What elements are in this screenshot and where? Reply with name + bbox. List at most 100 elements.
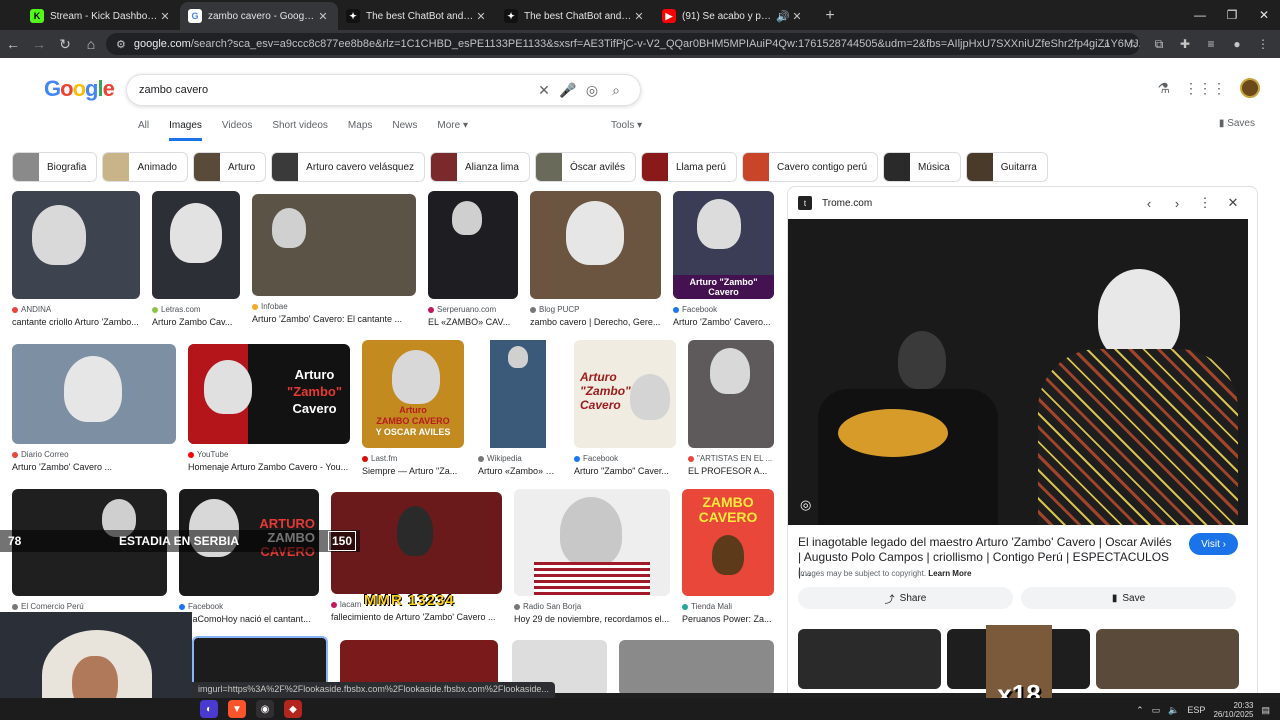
preview-image[interactable]: ◎: [788, 219, 1248, 525]
result-caption[interactable]: hDiaComoHoy nació el cantant...: [179, 614, 319, 624]
image-result[interactable]: ARTUROZAMBOCAVERO Facebook hDiaComoHoy n…: [179, 489, 319, 624]
network-icon[interactable]: ▭: [1152, 705, 1161, 716]
result-caption[interactable]: Homenaje Arturo Zambo Cavero - You...: [188, 462, 350, 472]
google-logo[interactable]: Google: [44, 76, 115, 102]
reload-icon[interactable]: ↻: [52, 31, 78, 57]
avatar[interactable]: [1240, 78, 1260, 98]
related-image[interactable]: [1096, 629, 1239, 689]
result-image[interactable]: Arturo "Zambo" Cavero: [574, 340, 676, 448]
bookmark-star-icon[interactable]: ☆: [1122, 32, 1144, 56]
chip[interactable]: Arturo cavero velásquez: [271, 152, 426, 182]
result-caption[interactable]: EL «ZAMBO» CAV...: [428, 317, 518, 327]
chip[interactable]: Guitarra: [965, 152, 1048, 182]
chip[interactable]: Alianza lima: [430, 152, 530, 182]
search-input[interactable]: [139, 84, 532, 96]
close-icon[interactable]: ✕: [316, 10, 330, 23]
result-caption[interactable]: zambo cavero | Derecho, Gere...: [530, 317, 661, 327]
preview-site[interactable]: Trome.com: [822, 198, 872, 209]
result-caption[interactable]: cantante criollo Arturo 'Zambo...: [12, 317, 140, 327]
browser-tab-chatbot-2[interactable]: ✦ The best ChatBot and Widgets ✕: [496, 2, 654, 30]
image-result[interactable]: Diario Correo Arturo 'Zambo' Cavero ...: [12, 344, 176, 472]
result-source[interactable]: "ARTISTAS EN EL ...: [688, 454, 774, 463]
browser-tab-kick[interactable]: K Stream - Kick Dashboard ✕: [22, 2, 180, 30]
result-source[interactable]: Last.fm: [362, 454, 464, 463]
result-source[interactable]: Facebook: [179, 602, 319, 611]
chip[interactable]: Cavero contigo perú: [741, 152, 879, 182]
result-image[interactable]: [619, 640, 774, 693]
chevron-up-icon[interactable]: ⌃: [1136, 705, 1144, 716]
chip[interactable]: Arturo: [192, 152, 267, 182]
share-button[interactable]: ⤴ Share: [798, 587, 1013, 609]
notification-icon[interactable]: ▤: [1261, 705, 1270, 716]
lens-icon[interactable]: ◎: [800, 497, 811, 513]
result-source[interactable]: Radio San Borja: [514, 602, 670, 611]
result-image[interactable]: [12, 191, 140, 299]
chevron-left-icon[interactable]: ‹: [1135, 196, 1163, 211]
volume-icon[interactable]: 🔈: [1168, 705, 1179, 716]
image-result[interactable]: Arturo ZAMBO CAVERO Y OSCAR AVILES Last.fm…: [362, 340, 464, 476]
result-image[interactable]: [478, 340, 558, 448]
tab-videos[interactable]: Videos: [222, 120, 252, 141]
related-image[interactable]: [798, 629, 941, 689]
home-icon[interactable]: ⌂: [78, 31, 104, 57]
result-image[interactable]: [688, 340, 774, 448]
image-result[interactable]: Arturo "Zambo" Cavero Facebook Arturo "Zam…: [574, 340, 676, 476]
more-options-icon[interactable]: ⋮: [1191, 195, 1219, 211]
dota-icon[interactable]: ◆: [284, 700, 302, 718]
close-icon[interactable]: ✕: [790, 10, 804, 23]
image-result[interactable]: Letras.com Arturo Zambo Cav...: [152, 191, 240, 327]
result-source[interactable]: Tienda Mali: [682, 602, 774, 611]
brave-icon[interactable]: ▼: [228, 700, 246, 718]
close-icon[interactable]: ✕: [632, 10, 646, 23]
address-bar[interactable]: ⚙ google.com /search?sca_esv=a9ccc8c877e…: [106, 33, 1140, 55]
labs-icon[interactable]: ⚗: [1157, 80, 1170, 97]
translate-icon[interactable]: ⧉: [1148, 32, 1170, 56]
speaker-icon[interactable]: 🔊: [776, 10, 790, 23]
visit-button[interactable]: Visit ›: [1189, 533, 1238, 555]
result-caption[interactable]: Arturo 'Zambo' Cavero ...: [12, 462, 176, 472]
lens-icon[interactable]: ◎: [580, 78, 604, 102]
apps-grid-icon[interactable]: ⋮⋮⋮: [1184, 80, 1226, 97]
zoom-icon[interactable]: ⌕: [1096, 32, 1118, 56]
image-result[interactable]: [619, 640, 774, 693]
result-source[interactable]: Facebook: [673, 305, 774, 314]
result-caption[interactable]: Siempre — Arturo "Za...: [362, 466, 464, 476]
result-image[interactable]: [530, 191, 661, 299]
result-source[interactable]: Diario Correo: [12, 450, 176, 459]
result-image[interactable]: [152, 191, 240, 299]
language-indicator[interactable]: ESP: [1187, 705, 1205, 715]
search-icon[interactable]: ⌕: [604, 78, 628, 102]
back-icon[interactable]: ←: [0, 31, 26, 57]
browser-tab-google[interactable]: G zambo cavero - Google Search ✕: [180, 2, 338, 30]
menu-icon[interactable]: ⋮: [1252, 32, 1274, 56]
obs-icon[interactable]: ◉: [256, 700, 274, 718]
tab-maps[interactable]: Maps: [348, 120, 372, 141]
image-result[interactable]: Serperuano.com EL «ZAMBO» CAV...: [428, 191, 518, 327]
site-info-icon[interactable]: ⚙: [116, 38, 126, 51]
chip[interactable]: Óscar avilés: [534, 152, 636, 182]
result-source[interactable]: Serperuano.com: [428, 305, 518, 314]
result-source[interactable]: El Comercio Perú: [12, 602, 167, 611]
image-result[interactable]: "ARTISTAS EN EL ... EL PROFESOR A...: [688, 340, 774, 476]
image-result[interactable]: Arturo "Zambo" Cavero YouTube Homenaje Art…: [188, 344, 350, 472]
result-image[interactable]: [12, 344, 176, 444]
image-result[interactable]: ZAMBO CAVERO Tienda Mali Peruanos Power: …: [682, 489, 774, 624]
result-caption[interactable]: Arturo "Zambo" Caver...: [574, 466, 676, 476]
chip[interactable]: Música: [883, 152, 961, 182]
result-source[interactable]: ANDINA: [12, 305, 140, 314]
tools-button[interactable]: Tools ▾: [611, 120, 642, 131]
result-source[interactable]: YouTube: [188, 450, 350, 459]
browser-tab-youtube[interactable]: ▶ (91) Se acabo y punto - Za 🔊 ✕: [654, 2, 812, 30]
microphone-icon[interactable]: 🎤: [556, 78, 580, 102]
chip[interactable]: Animado: [102, 152, 188, 182]
app-icon[interactable]: ◐: [200, 700, 218, 718]
close-icon[interactable]: ✕: [1219, 195, 1247, 211]
restore-icon[interactable]: ❐: [1216, 0, 1248, 30]
browser-tab-chatbot[interactable]: ✦ The best ChatBot and Widgets ✕: [338, 2, 496, 30]
saves-button[interactable]: ▮ Saves: [1219, 118, 1255, 129]
result-image[interactable]: ZAMBO CAVERO: [682, 489, 774, 596]
profile-icon[interactable]: ●: [1226, 32, 1248, 56]
result-caption[interactable]: Hoy 29 de noviembre, recordamos el...: [514, 614, 670, 624]
result-image[interactable]: Arturo "Zambo" Cavero: [188, 344, 350, 444]
tab-news[interactable]: News: [392, 120, 417, 141]
